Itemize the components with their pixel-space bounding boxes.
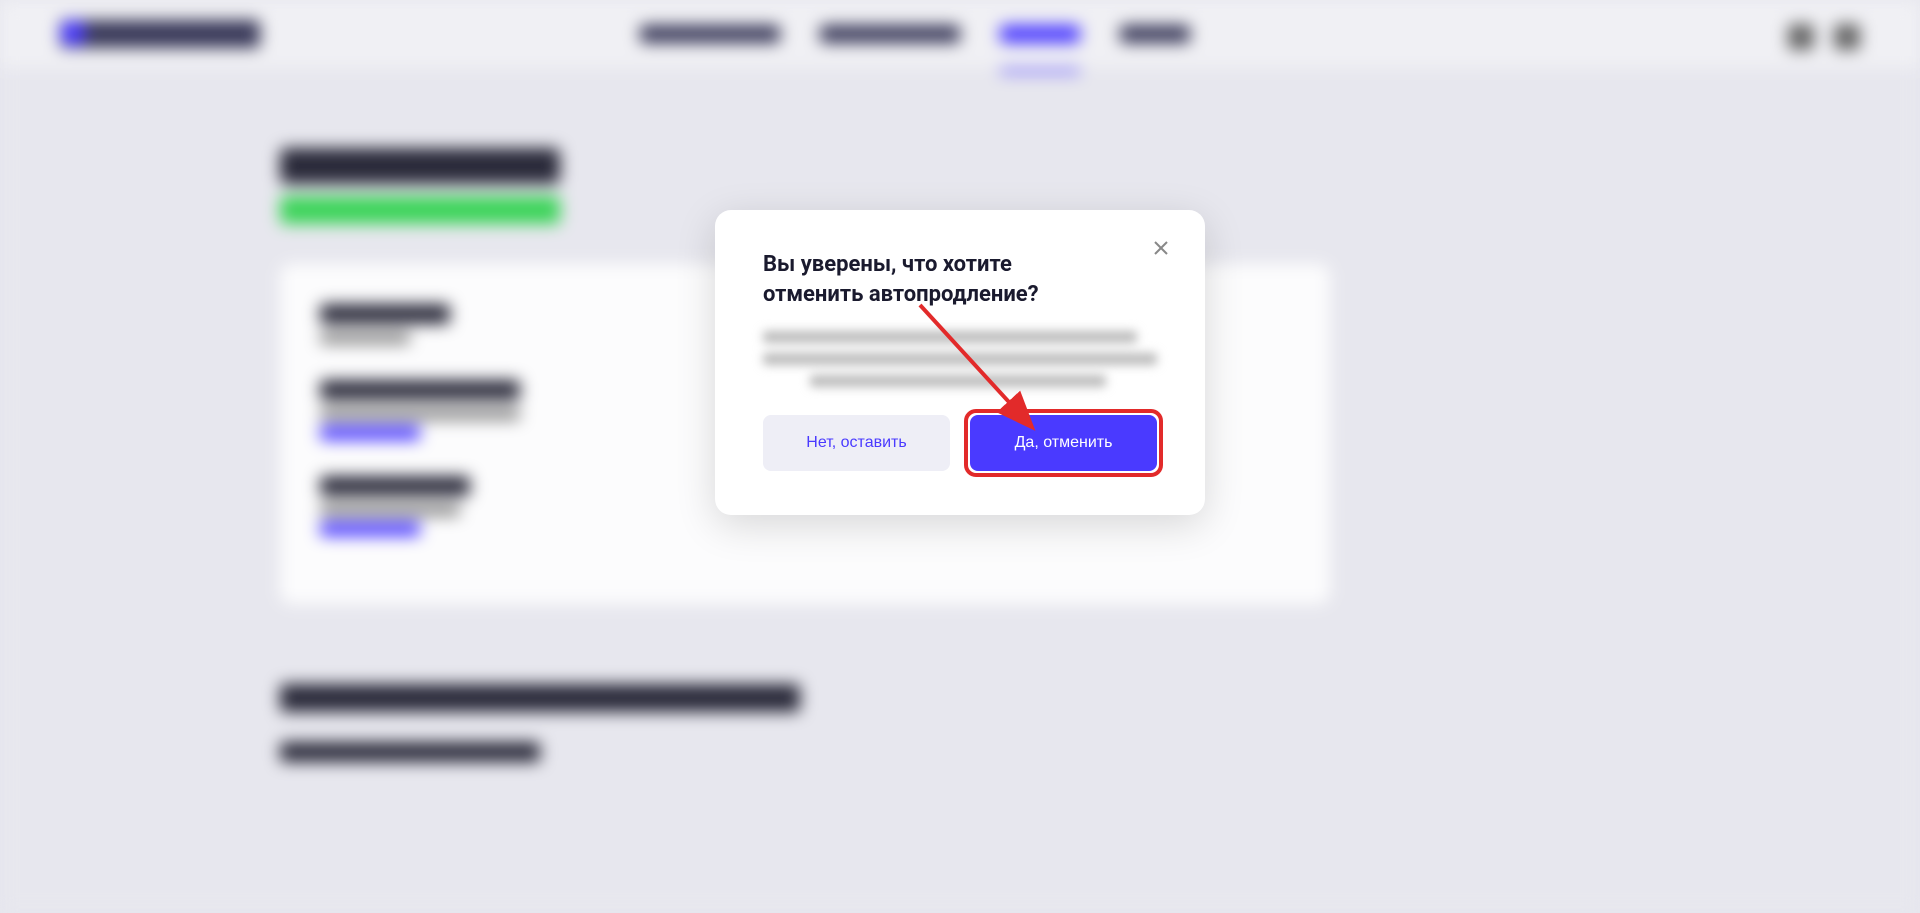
confirm-cancel-button[interactable]: Да, отменить bbox=[970, 415, 1157, 471]
keep-button[interactable]: Нет, оставить bbox=[763, 415, 950, 471]
modal-overlay: Вы уверены, что хотите отменить автопрод… bbox=[0, 0, 1920, 913]
close-button[interactable] bbox=[1149, 236, 1173, 260]
modal-body-blurred bbox=[763, 331, 1157, 387]
modal-actions: Нет, оставить Да, отменить bbox=[763, 415, 1157, 471]
close-icon bbox=[1153, 240, 1169, 256]
modal-title: Вы уверены, что хотите отменить автопрод… bbox=[763, 250, 1103, 309]
confirm-cancel-label: Да, отменить bbox=[1015, 434, 1113, 452]
confirm-cancel-modal: Вы уверены, что хотите отменить автопрод… bbox=[715, 210, 1205, 515]
